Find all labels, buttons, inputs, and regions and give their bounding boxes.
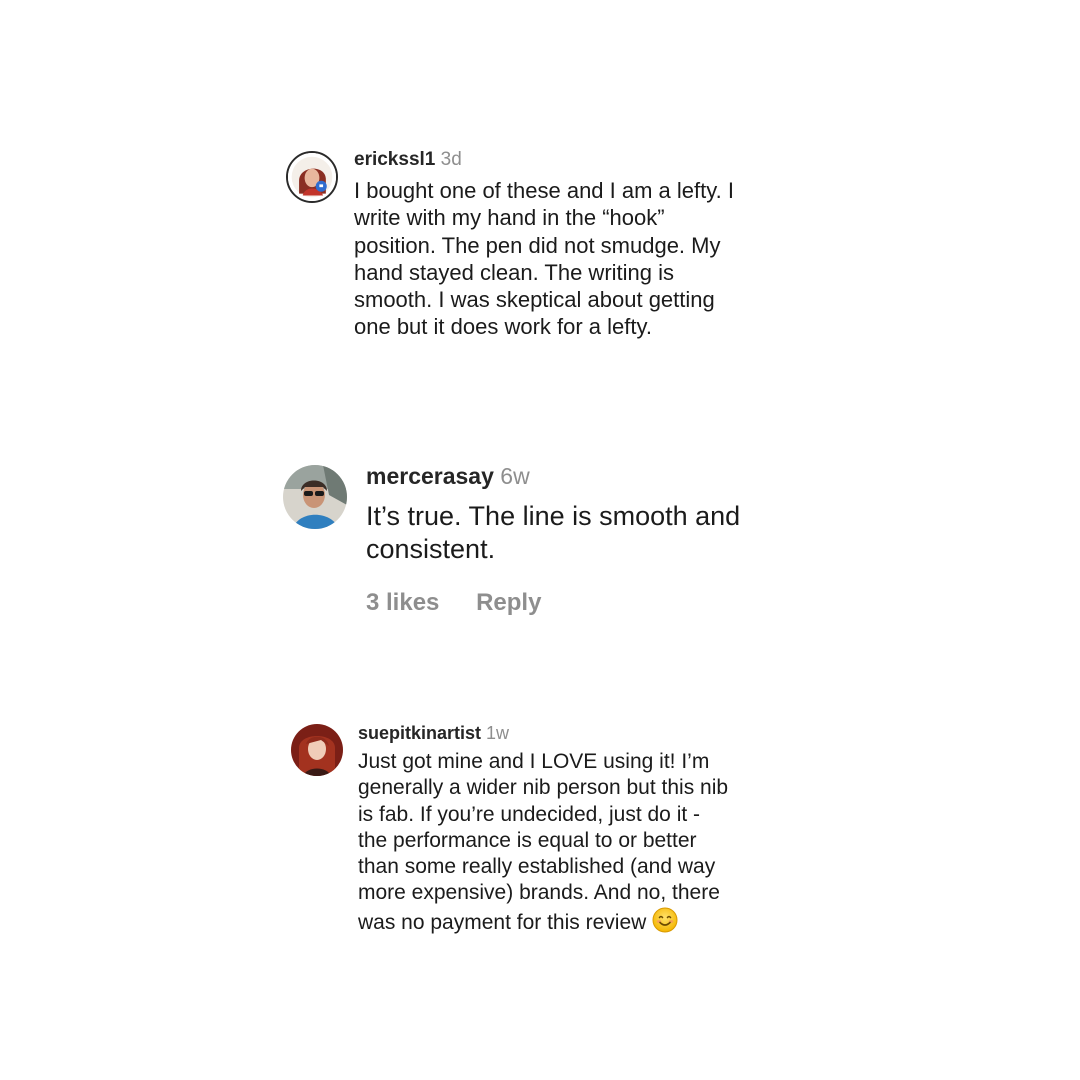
comment-text: It’s true. The line is smooth and consis…	[366, 501, 741, 564]
comment-actions: 3 likes Reply	[366, 589, 826, 617]
comment-text: Just got mine and I LOVE using it! I’m g…	[358, 749, 798, 940]
smiling-face-icon	[652, 907, 678, 940]
avatar[interactable]	[286, 151, 338, 203]
comment-body: erickssl1 3d I bought one of these and I…	[354, 146, 794, 341]
timestamp: 6w	[500, 463, 530, 489]
timestamp: 1w	[486, 723, 510, 743]
comment-text: I bought one of these and I am a lefty. …	[354, 178, 734, 340]
reply-button[interactable]: Reply	[476, 589, 541, 617]
username-link[interactable]: suepitkinartist	[358, 723, 481, 743]
username-link[interactable]: erickssl1	[354, 149, 435, 170]
comment-meta: mercerasay 6w	[366, 460, 826, 492]
profile-photo-icon	[288, 153, 336, 201]
likes-count-button[interactable]: 3 likes	[366, 589, 439, 617]
username-link[interactable]: mercerasay	[366, 463, 494, 489]
profile-photo-icon	[291, 724, 343, 776]
comment-body: suepitkinartist 1w Just got mine and I L…	[358, 720, 798, 940]
comment-meta: erickssl1 3d	[354, 146, 794, 174]
profile-photo-icon	[283, 465, 347, 529]
avatar[interactable]	[283, 465, 347, 529]
timestamp: 3d	[440, 149, 462, 170]
comment-body: mercerasay 6w It’s true. The line is smo…	[366, 460, 826, 617]
comment-meta: suepitkinartist 1w	[358, 720, 798, 746]
avatar[interactable]	[291, 724, 343, 776]
